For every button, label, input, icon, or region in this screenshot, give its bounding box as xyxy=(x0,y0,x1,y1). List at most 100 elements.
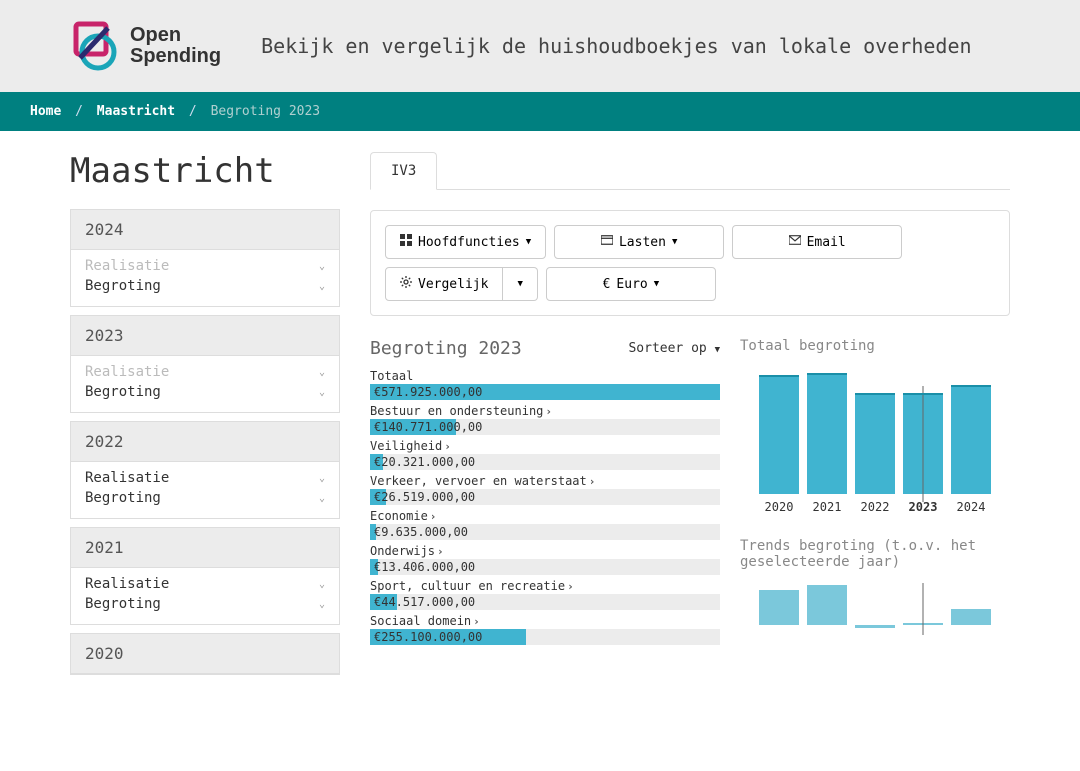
chart-bar[interactable] xyxy=(807,374,847,494)
lasten-button[interactable]: Lasten ▼ xyxy=(554,225,724,259)
main: IV3 Hoofdfuncties ▼ Lasten ▼ xyxy=(370,151,1010,683)
chart-bar[interactable] xyxy=(759,590,799,625)
brand-text-2: Spending xyxy=(130,46,221,67)
bar-value: €44.517.000,00 xyxy=(374,595,475,609)
chart-totaal-begroting xyxy=(740,364,1010,494)
chart-bar[interactable] xyxy=(807,585,847,625)
brand-text-1: Open xyxy=(130,25,221,46)
caret-icon: ▼ xyxy=(654,279,659,289)
tagline: Bekijk en vergelijk de huishoudboekjes v… xyxy=(261,33,971,59)
hoofdfuncties-button[interactable]: Hoofdfuncties ▼ xyxy=(385,225,546,259)
euro-icon: € xyxy=(603,277,611,292)
year-panel: 2021 Realisatie⌄Begroting⌄ xyxy=(70,527,340,625)
email-button[interactable]: Email xyxy=(732,225,902,259)
chart-bar[interactable] xyxy=(903,623,943,625)
chart-bar[interactable] xyxy=(951,386,991,494)
brand-logo[interactable]: Open Spending xyxy=(70,20,221,72)
breadcrumb-current: Begroting 2023 xyxy=(211,104,321,119)
vergelijk-group: Vergelijk ▼ xyxy=(385,267,538,301)
euro-button[interactable]: € Euro ▼ xyxy=(546,267,716,301)
year-item: Realisatie⌄ xyxy=(85,362,325,382)
grid-icon xyxy=(400,234,412,250)
bar-value: €140.771.000,00 xyxy=(374,420,482,434)
chart-axis-label: 2021 xyxy=(807,500,847,514)
chevron-down-icon: ⌄ xyxy=(319,387,325,398)
bar-label: Totaal xyxy=(370,369,720,383)
year-panel: 2020 xyxy=(70,633,340,675)
toolbar: Hoofdfuncties ▼ Lasten ▼ Email xyxy=(370,210,1010,316)
gear-icon xyxy=(400,276,412,292)
bar-label: Verkeer, vervoer en waterstaat› xyxy=(370,474,720,488)
bar-row[interactable]: Bestuur en ondersteuning› €140.771.000,00 xyxy=(370,404,720,435)
bar-label: Veiligheid› xyxy=(370,439,720,453)
vergelijk-dropdown[interactable]: ▼ xyxy=(503,267,537,301)
caret-icon: ▼ xyxy=(517,279,522,289)
bar-row[interactable]: Veiligheid› €20.321.000,00 xyxy=(370,439,720,470)
bar-row[interactable]: Verkeer, vervoer en waterstaat› €26.519.0… xyxy=(370,474,720,505)
chevron-down-icon: ⌄ xyxy=(319,579,325,590)
bar-row[interactable]: Sport, cultuur en recreatie› €44.517.000,… xyxy=(370,579,720,610)
chart-axis-label: 2024 xyxy=(951,500,991,514)
bar-total[interactable]: Totaal €571.925.000,00 xyxy=(370,369,720,400)
year-item[interactable]: Begroting⌄ xyxy=(85,594,325,614)
chart-bar[interactable] xyxy=(855,394,895,494)
chart-bar[interactable] xyxy=(759,376,799,494)
chart1-title: Totaal begroting xyxy=(740,338,1010,354)
breadcrumb-home[interactable]: Home xyxy=(30,104,61,119)
year-item[interactable]: Realisatie⌄ xyxy=(85,468,325,488)
year-panel: 2022 Realisatie⌄Begroting⌄ xyxy=(70,421,340,519)
section-title: Begroting 2023 xyxy=(370,338,522,359)
chevron-right-icon: › xyxy=(444,440,451,453)
bar-label: Sport, cultuur en recreatie› xyxy=(370,579,720,593)
tab-iv3[interactable]: IV3 xyxy=(370,152,437,190)
chevron-down-icon: ⌄ xyxy=(319,261,325,272)
chart-bar[interactable] xyxy=(855,625,895,628)
caret-icon: ▼ xyxy=(715,345,720,355)
page-title: Maastricht xyxy=(70,151,340,191)
year-heading[interactable]: 2021 xyxy=(71,528,339,568)
year-heading[interactable]: 2023 xyxy=(71,316,339,356)
year-heading[interactable]: 2022 xyxy=(71,422,339,462)
bar-value: €13.406.000,00 xyxy=(374,560,475,574)
caret-icon: ▼ xyxy=(672,237,677,247)
chevron-right-icon: › xyxy=(437,545,444,558)
logo-icon xyxy=(70,20,122,72)
chevron-right-icon: › xyxy=(430,510,437,523)
bar-value: €255.100.000,00 xyxy=(374,630,482,644)
chart2-title: Trends begroting (t.o.v. het geselecteer… xyxy=(740,538,1010,570)
bar-label: Bestuur en ondersteuning› xyxy=(370,404,720,418)
year-heading[interactable]: 2020 xyxy=(71,634,339,674)
chevron-right-icon: › xyxy=(473,615,480,628)
card-icon xyxy=(601,234,613,250)
bar-value: €20.321.000,00 xyxy=(374,455,475,469)
year-item[interactable]: Realisatie⌄ xyxy=(85,574,325,594)
chart1-axis-labels: 2020 2021 2022 2023 2024 xyxy=(740,500,1010,514)
bar-label: Sociaal domein› xyxy=(370,614,720,628)
year-item[interactable]: Begroting⌄ xyxy=(85,382,325,402)
year-heading[interactable]: 2024 xyxy=(71,210,339,250)
sort-dropdown[interactable]: Sorteer op ▼ xyxy=(628,341,720,356)
year-panel: 2023 Realisatie⌄Begroting⌄ xyxy=(70,315,340,413)
tabs: IV3 xyxy=(370,151,1010,190)
bar-value: €26.519.000,00 xyxy=(374,490,475,504)
bar-row[interactable]: Onderwijs› €13.406.000,00 xyxy=(370,544,720,575)
bar-row[interactable]: Sociaal domein› €255.100.000,00 xyxy=(370,614,720,645)
year-item[interactable]: Begroting⌄ xyxy=(85,276,325,296)
chart-bar[interactable] xyxy=(951,609,991,625)
chevron-down-icon: ⌄ xyxy=(319,281,325,292)
year-item: Realisatie⌄ xyxy=(85,256,325,276)
chart-axis-label: 2022 xyxy=(855,500,895,514)
bar-value: €9.635.000,00 xyxy=(374,525,468,539)
chart-axis-label: 2023 xyxy=(903,500,943,514)
vergelijk-button[interactable]: Vergelijk xyxy=(385,267,503,301)
bar-row[interactable]: Economie› €9.635.000,00 xyxy=(370,509,720,540)
bar-label: Economie› xyxy=(370,509,720,523)
year-item[interactable]: Begroting⌄ xyxy=(85,488,325,508)
bar-label: Onderwijs› xyxy=(370,544,720,558)
chevron-down-icon: ⌄ xyxy=(319,473,325,484)
breadcrumb-gov[interactable]: Maastricht xyxy=(97,104,175,119)
chart-axis-label: 2020 xyxy=(759,500,799,514)
chart-bar[interactable] xyxy=(903,394,943,494)
breadcrumb: Home / Maastricht / Begroting 2023 xyxy=(0,92,1080,131)
bar-value: €571.925.000,00 xyxy=(374,385,482,399)
